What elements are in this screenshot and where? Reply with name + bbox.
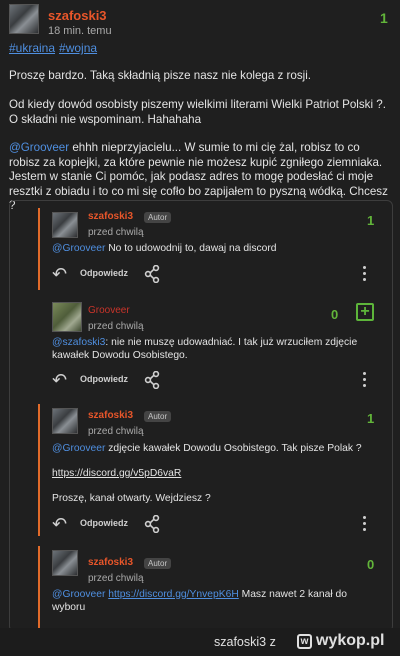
comment-vote-count[interactable]: 0: [367, 557, 374, 572]
watermark-footer: szafoski3 z w wykop.pl: [0, 628, 400, 656]
post-vote-count[interactable]: 1: [380, 10, 388, 26]
avatar[interactable]: [52, 212, 78, 238]
post-time: 18 min. temu: [48, 25, 112, 37]
avatar[interactable]: [9, 4, 39, 34]
comment-text: @szafoski3: nie nie muszę udowadniać. I …: [52, 336, 372, 362]
avatar[interactable]: [52, 408, 78, 434]
mention-link[interactable]: @Grooveer: [52, 589, 105, 600]
comment-text: @Grooveer No to udowodnij to, dawaj na d…: [52, 242, 372, 255]
mention-link[interactable]: @szafoski3: [52, 337, 105, 348]
kebab-icon[interactable]: [363, 266, 367, 282]
comment-username[interactable]: szafoski3: [88, 211, 133, 222]
tag-wojna[interactable]: #wojna: [59, 41, 97, 55]
post-username[interactable]: szafoski3: [48, 8, 107, 23]
discord-link[interactable]: https://discord.gg/YnvepK6H: [108, 589, 239, 600]
comment-time: przed chwilą: [88, 227, 144, 238]
post-paragraph-1: Proszę bardzo. Taką składnią pisze nasz …: [9, 69, 312, 82]
author-bar: [38, 404, 40, 536]
comment-text-body: No to udowodnij to, dawaj na discord: [105, 243, 277, 254]
comment-text-2: Proszę, kanał otwarty. Wejdziesz ?: [52, 493, 211, 504]
comment-actions: ↶ Odpowiedz: [52, 515, 372, 533]
author-bar: [38, 546, 40, 628]
author-badge: Autor: [144, 558, 172, 569]
comment-username[interactable]: szafoski3: [88, 557, 133, 568]
share-icon[interactable]: [144, 515, 160, 533]
comment-actions: ↶ Odpowiedz: [52, 265, 372, 283]
author-badge: Autor: [144, 212, 172, 223]
comment-3: szafoski3 Autor przed chwilą 1 @Grooveer…: [38, 404, 384, 536]
comment-time: przed chwilą: [88, 426, 144, 437]
kebab-icon[interactable]: [363, 372, 367, 388]
tag-list: #ukraina #wojna: [9, 41, 101, 55]
wykop-logo-icon: w: [297, 634, 312, 649]
comment-time: przed chwilą: [88, 321, 144, 332]
comment-actions: ↶ Odpowiedz: [52, 371, 372, 389]
comment-text-body: zdjęcie kawałek Dowodu Osobistego. Tak p…: [105, 443, 362, 454]
reply-arrow-icon[interactable]: ↶: [52, 515, 67, 533]
mention-link[interactable]: @Grooveer: [52, 243, 105, 254]
share-icon[interactable]: [144, 371, 160, 389]
comment-text: @Grooveer zdjęcie kawałek Dowodu Osobist…: [52, 442, 372, 455]
footer-user: szafoski3 z: [214, 635, 276, 649]
screen: szafoski3 18 min. temu 1 #ukraina #wojna …: [0, 0, 400, 628]
reply-button[interactable]: Odpowiedz: [80, 518, 128, 528]
avatar[interactable]: [52, 302, 82, 332]
comment-time: przed chwilą: [88, 573, 144, 584]
reply-arrow-icon[interactable]: ↶: [52, 371, 67, 389]
reply-button[interactable]: Odpowiedz: [80, 374, 128, 384]
post-paragraph-2: Od kiedy dowód osobisty piszemy wielkimi…: [9, 98, 386, 126]
comment-vote-count[interactable]: 0: [331, 307, 338, 322]
comment-username[interactable]: szafoski3: [88, 410, 133, 421]
share-icon[interactable]: [144, 265, 160, 283]
kebab-icon[interactable]: [363, 516, 367, 532]
comment-vote-count[interactable]: 1: [367, 411, 374, 426]
discord-link[interactable]: https://discord.gg/v5pD6vaR: [52, 467, 181, 480]
comment-vote-count[interactable]: 1: [367, 213, 374, 228]
avatar[interactable]: [52, 550, 78, 576]
upvote-plus-button[interactable]: +: [356, 303, 374, 321]
author-bar: [38, 208, 40, 290]
comment-4: szafoski3 Autor przed chwilą 0 @Grooveer…: [38, 546, 384, 628]
reply-arrow-icon[interactable]: ↶: [52, 265, 67, 283]
comment-username[interactable]: Grooveer: [88, 305, 130, 316]
reply-button[interactable]: Odpowiedz: [80, 268, 128, 278]
tag-ukraina[interactable]: #ukraina: [9, 41, 55, 55]
comment-2: Grooveer przed chwilą 0 + @szafoski3: ni…: [38, 300, 384, 394]
comment-1: szafoski3 Autor przed chwilą 1 @Grooveer…: [38, 208, 384, 290]
comment-text: @Grooveer https://discord.gg/YnvepK6H Ma…: [52, 588, 372, 614]
author-badge: Autor: [144, 411, 172, 422]
footer-site: wykop.pl: [316, 632, 385, 649]
mention-link[interactable]: @Grooveer: [9, 141, 69, 154]
mention-link[interactable]: @Grooveer: [52, 443, 105, 454]
